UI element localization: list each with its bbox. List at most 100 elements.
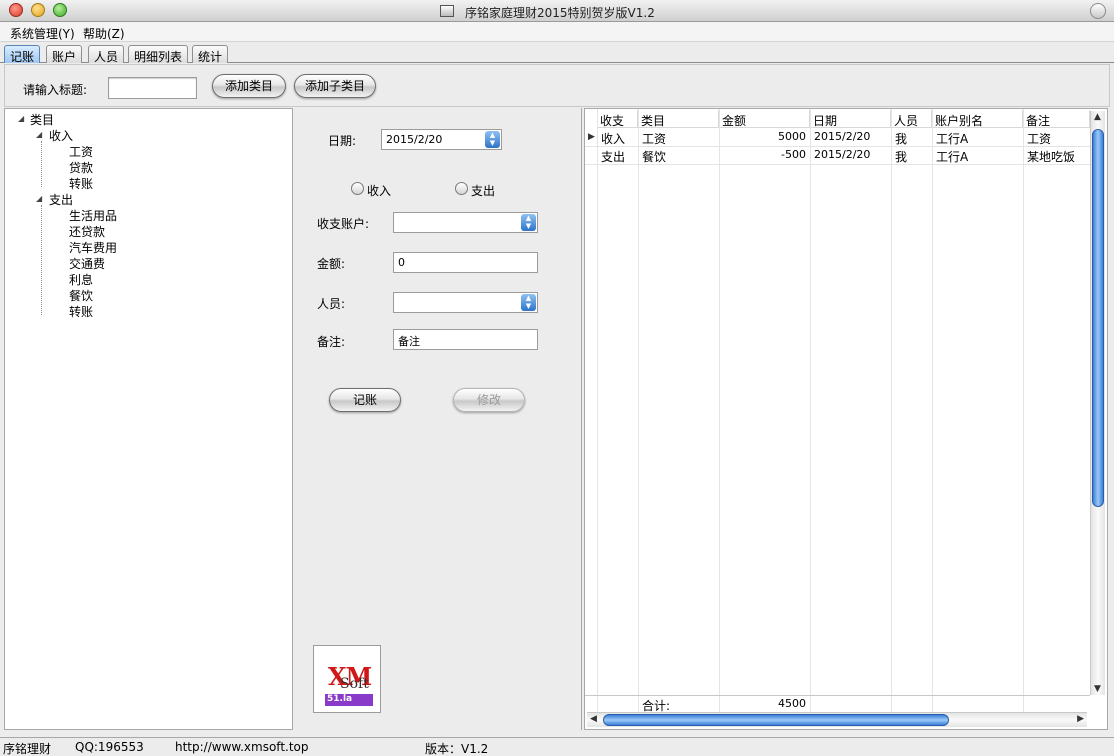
stats-badge: 51.la — [325, 694, 373, 706]
tree-node-repay-loan[interactable]: 还贷款 — [69, 223, 105, 240]
table-row-2-type[interactable]: 支出 — [598, 147, 638, 165]
table-row-2-date[interactable]: 2015/2/20 — [811, 147, 891, 165]
person-dropdown-icon[interactable]: ▲ ▼ — [521, 294, 536, 311]
table-row-2-amount[interactable]: -500 — [720, 147, 810, 165]
category-title-input[interactable] — [108, 77, 197, 99]
record-button[interactable]: 记账 — [329, 388, 401, 412]
stats-badge-text: 51.la — [327, 694, 353, 704]
date-picker[interactable]: 2015/2/20 ▲ ▼ — [381, 129, 502, 150]
col-header-amount[interactable]: 金额 — [719, 110, 810, 128]
col-header-note[interactable]: 备注 — [1023, 110, 1090, 128]
expand-expense-icon[interactable]: ◢ — [36, 194, 42, 203]
grid-column-divider — [1023, 109, 1024, 713]
note-label: 备注: — [317, 335, 346, 349]
toolbar-toggle-button[interactable] — [1090, 3, 1106, 19]
grid-column-divider — [932, 109, 933, 713]
category-toolbar: 请输入标题: 添加类目 添加子类目 — [4, 64, 1110, 107]
scroll-left-icon[interactable]: ◀ — [590, 714, 597, 724]
horizontal-scroll-thumb[interactable] — [603, 714, 949, 726]
account-label: 收支账户: — [317, 217, 370, 231]
amount-input[interactable]: 0 — [393, 252, 538, 273]
expense-radio[interactable] — [455, 182, 468, 195]
col-header-category[interactable]: 类目 — [638, 110, 719, 128]
date-value: 2015/2/20 — [386, 133, 443, 146]
expense-radio-label[interactable]: 支出 — [471, 182, 495, 199]
tree-node-dining[interactable]: 餐饮 — [69, 287, 93, 304]
col-header-date[interactable]: 日期 — [810, 110, 891, 128]
tab-accounts[interactable]: 账户 — [46, 45, 83, 64]
tab-detail-list[interactable]: 明细列表 — [128, 45, 189, 64]
add-subcategory-button[interactable]: 添加子类目 — [294, 74, 376, 98]
income-radio[interactable] — [351, 182, 364, 195]
tab-bookkeeping[interactable]: 记账 — [4, 45, 41, 64]
table-row-2-account[interactable]: 工行A — [933, 147, 1023, 165]
tree-node-expense-transfer[interactable]: 转账 — [69, 303, 93, 320]
status-website-link[interactable]: http://www.xmsoft.top — [175, 740, 309, 754]
grid-column-divider — [638, 109, 639, 713]
category-tree: ◢ 类目 ◢ 收入 工资 贷款 转账 ◢ 支出 生活用品 还贷款 汽车费用 交通… — [4, 108, 293, 730]
table-row-2-category[interactable]: 餐饮 — [639, 147, 719, 165]
person-label: 人员: — [317, 297, 346, 311]
menu-help[interactable]: 帮助(Z) — [83, 25, 125, 42]
status-bar: 序铭理财 QQ:196553 http://www.xmsoft.top 版本：… — [0, 737, 1114, 756]
tree-node-salary[interactable]: 工资 — [69, 143, 93, 160]
grid-column-divider — [810, 109, 811, 713]
table-row-1-person[interactable]: 我 — [892, 129, 932, 147]
date-label: 日期: — [328, 134, 357, 148]
table-row-2-person[interactable]: 我 — [892, 147, 932, 165]
table-row-2-note[interactable]: 某地吃饭 — [1024, 147, 1090, 165]
account-dropdown-icon[interactable]: ▲ ▼ — [521, 214, 536, 231]
grid-row-divider — [585, 164, 1090, 165]
grid-column-divider — [719, 109, 720, 713]
tree-node-transport[interactable]: 交通费 — [69, 255, 105, 272]
table-row-1-note[interactable]: 工资 — [1024, 129, 1090, 147]
modify-button[interactable]: 修改 — [453, 388, 525, 412]
table-row-1-type[interactable]: 收入 — [598, 129, 638, 147]
tab-statistics[interactable]: 统计 — [192, 45, 229, 64]
tab-persons[interactable]: 人员 — [88, 45, 125, 64]
person-select[interactable]: ▲ ▼ — [393, 292, 538, 313]
logo-soft-text: Soft — [340, 676, 369, 692]
col-header-person[interactable]: 人员 — [891, 110, 932, 128]
menu-bar: 系统管理(Y) 帮助(Z) — [0, 22, 1114, 42]
scroll-right-icon[interactable]: ▶ — [1077, 714, 1084, 724]
grid-column-divider — [597, 109, 598, 713]
tree-guide-line — [41, 205, 42, 315]
col-header-type[interactable]: 收支 — [597, 110, 638, 128]
tree-node-income-transfer[interactable]: 转账 — [69, 175, 93, 192]
tree-node-interest[interactable]: 利息 — [69, 271, 93, 288]
table-row-1-category[interactable]: 工资 — [639, 129, 719, 147]
expand-root-icon[interactable]: ◢ — [18, 114, 24, 123]
menu-system[interactable]: 系统管理(Y) — [10, 25, 75, 42]
account-select[interactable]: ▲ ▼ — [393, 212, 538, 233]
tree-node-daily-goods[interactable]: 生活用品 — [69, 207, 117, 224]
table-row-1-amount[interactable]: 5000 — [720, 129, 810, 147]
status-version: 版本：V1.2 — [425, 742, 489, 756]
table-row-1-account[interactable]: 工行A — [933, 129, 1023, 147]
date-spinner-icon[interactable]: ▲ ▼ — [485, 131, 500, 148]
minimize-window-button[interactable] — [31, 3, 45, 17]
scroll-up-icon[interactable]: ▲ — [1094, 112, 1101, 122]
expand-income-icon[interactable]: ◢ — [36, 130, 42, 139]
vertical-scroll-thumb[interactable] — [1092, 129, 1104, 507]
table-row-1-date[interactable]: 2015/2/20 — [811, 129, 891, 147]
income-radio-label[interactable]: 收入 — [367, 182, 391, 199]
close-window-button[interactable] — [9, 3, 23, 17]
add-category-button[interactable]: 添加类目 — [212, 74, 286, 98]
tree-node-root[interactable]: 类目 — [30, 111, 54, 128]
grid-horizontal-scrollbar[interactable]: ◀ ▶ — [587, 712, 1087, 727]
grid-vertical-scrollbar[interactable]: ▲ ▼ — [1090, 111, 1105, 695]
tree-node-loan[interactable]: 贷款 — [69, 159, 93, 176]
note-input[interactable]: 备注 — [393, 329, 538, 350]
tree-node-expense[interactable]: 支出 — [49, 191, 73, 208]
col-header-account[interactable]: 账户别名 — [932, 110, 1023, 128]
records-grid: 收支 类目 金额 日期 人员 账户别名 备注 ▶ 收入 工资 5000 2015… — [584, 108, 1108, 730]
entry-form: 日期: 2015/2/20 ▲ ▼ 收入 支出 收支账户: ▲ ▼ 金额: 0 人员… — [294, 108, 582, 730]
tab-bar: 记账 账户 人员 明细列表 统计 — [0, 43, 1114, 64]
zoom-window-button[interactable] — [53, 3, 67, 17]
tree-node-income[interactable]: 收入 — [49, 127, 73, 144]
status-qq: QQ:196553 — [75, 740, 144, 754]
scroll-down-icon[interactable]: ▼ — [1094, 684, 1101, 694]
tree-node-car-cost[interactable]: 汽车费用 — [69, 239, 117, 256]
status-app-name: 序铭理财 — [3, 742, 52, 756]
